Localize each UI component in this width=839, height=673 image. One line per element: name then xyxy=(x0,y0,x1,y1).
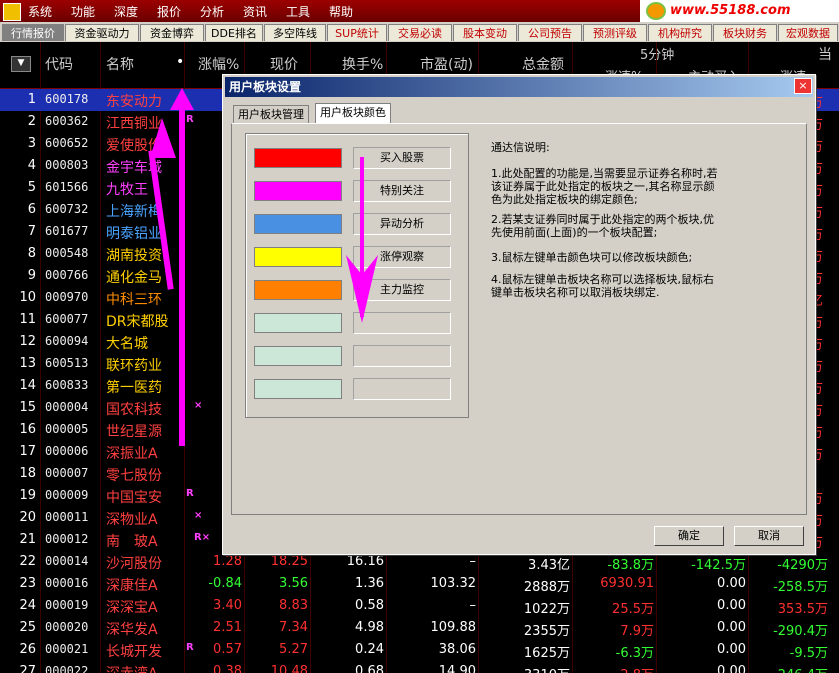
arrow-head-left xyxy=(150,118,176,158)
arrow-shaft-right xyxy=(179,104,185,446)
ok-button[interactable]: 确定 xyxy=(654,526,724,546)
note-title: 通达信说明: xyxy=(491,141,550,154)
note-2: 2.若某支证券同时属于此处指定的两个板块,优先使用前面(上面)的一个板块配置; xyxy=(491,213,714,239)
arrow-head-right xyxy=(170,88,194,110)
note-1: 1.此处配置的功能是,当需要显示证券名称时,若该证券属于此处指定的板块之一,其名… xyxy=(491,167,718,206)
note-4: 4.鼠标左键单击板块名称可以选择板块,鼠标右键单击板块名称可以取消板块绑定. xyxy=(491,273,714,299)
user-sector-settings-dialog: 用户板块设置 × 用户板块管理 用户板块颜色 买入股票 特别关注 异动分析 涨停观察主… xyxy=(222,74,816,555)
note-3: 3.鼠标左键单击颜色块可以修改板块颜色; xyxy=(491,251,693,264)
cancel-button[interactable]: 取消 xyxy=(734,526,804,546)
arrow-shaft-left xyxy=(148,150,174,290)
